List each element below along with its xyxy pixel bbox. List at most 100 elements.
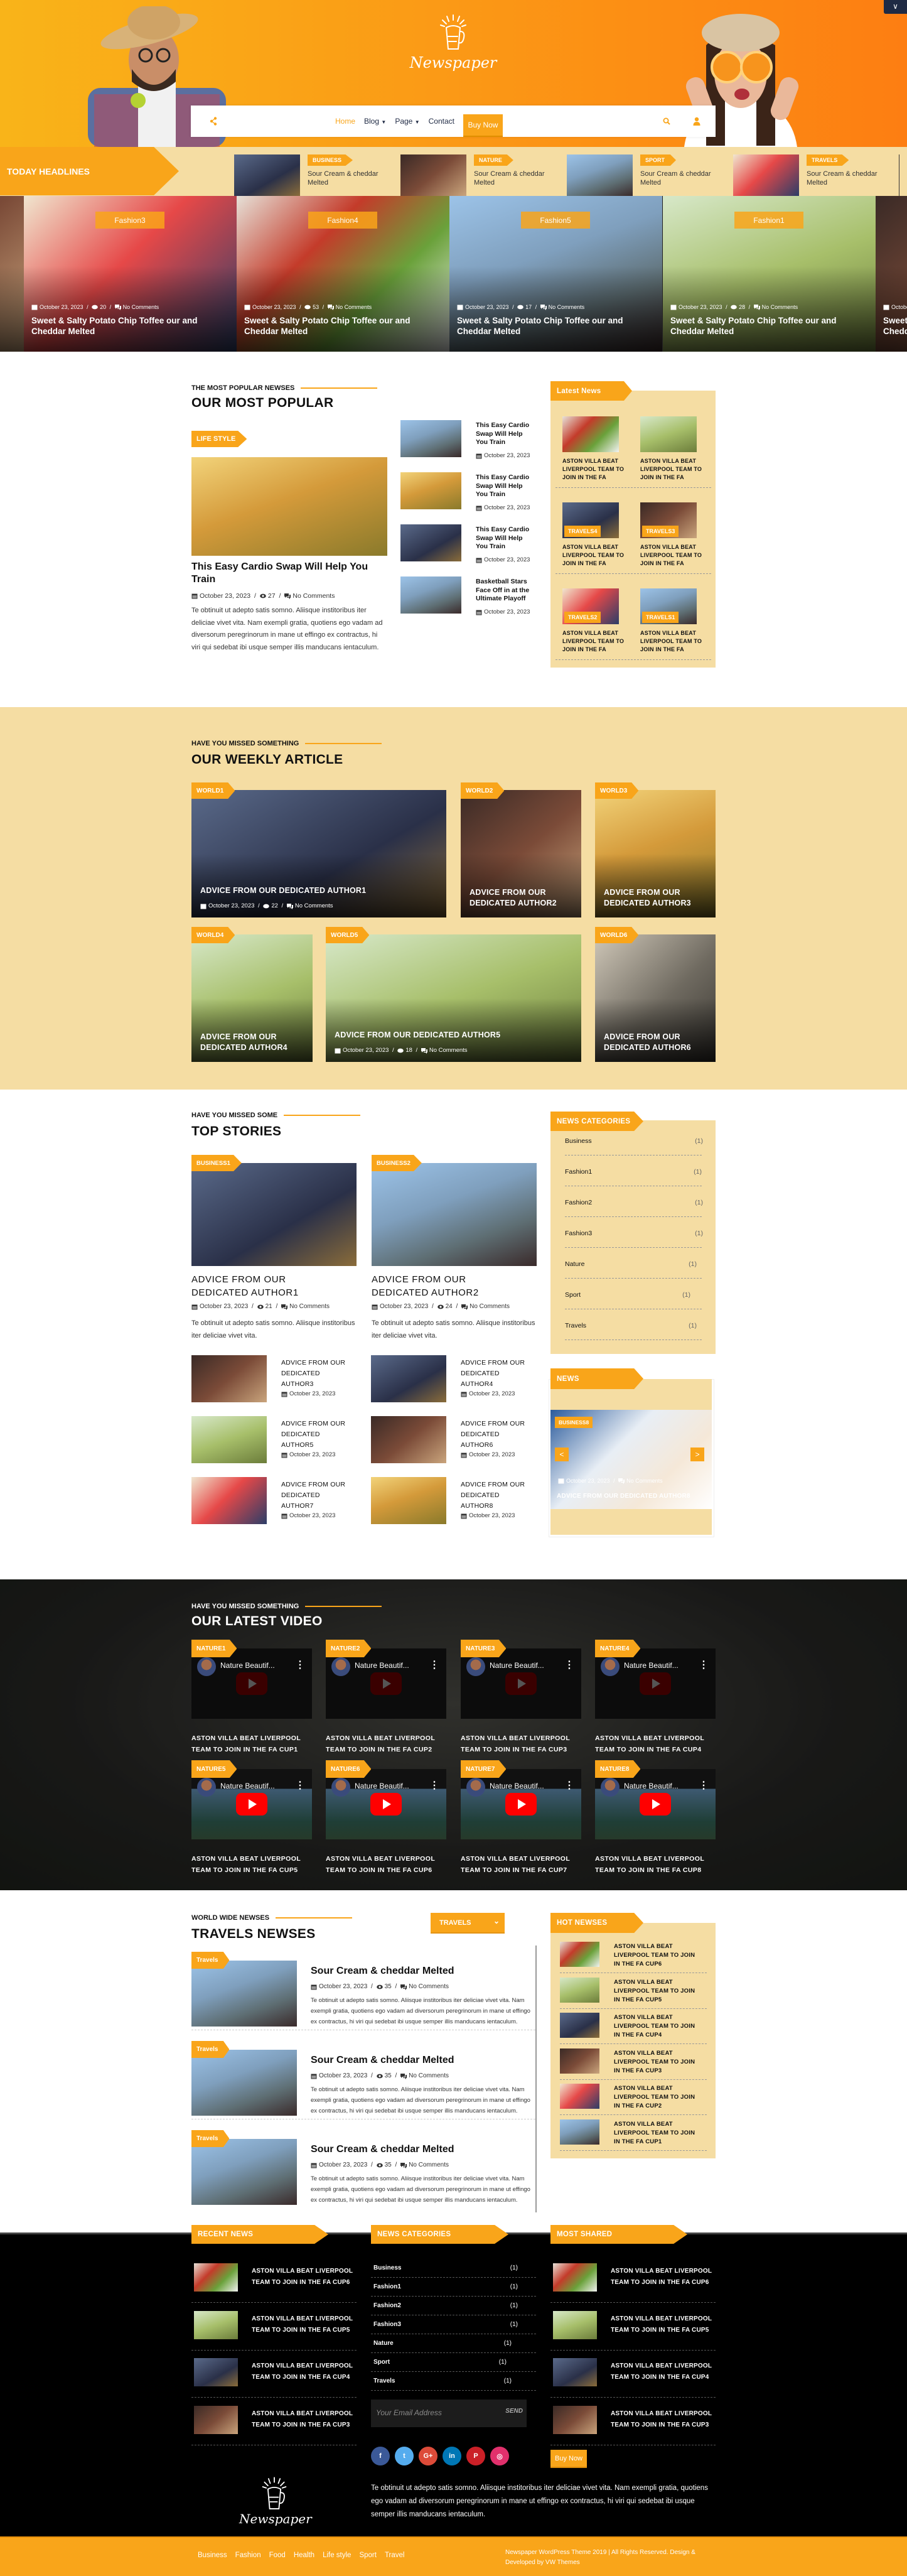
story-title[interactable]: ADVICE FROM OUR DEDICATED AUTHOR6 bbox=[461, 1419, 527, 1451]
footer-category-link[interactable]: Sport (1) bbox=[373, 2359, 507, 2366]
category-tag[interactable]: Travels bbox=[807, 154, 849, 166]
comment-count[interactable]: No Comments bbox=[409, 2072, 449, 2079]
hot-news-thumbnail[interactable] bbox=[560, 2119, 599, 2145]
comment-count[interactable]: No Comments bbox=[123, 304, 159, 310]
category-tag[interactable]: WORLD6 bbox=[595, 927, 639, 943]
category-link[interactable]: Fashion3 (1) bbox=[565, 1230, 703, 1237]
latest-news-title[interactable]: ASTON VILLA BEAT LIVERPOOL TEAM TO JOIN … bbox=[640, 457, 703, 482]
more-options-icon[interactable]: ⋮ bbox=[564, 1659, 574, 1671]
story-image[interactable] bbox=[191, 1163, 357, 1266]
headline-title[interactable]: Sour Cream & cheddar Melted bbox=[474, 170, 555, 187]
category-tag[interactable]: NATURE7 bbox=[461, 1760, 507, 1778]
story-title[interactable]: ADVICE FROM OUR DEDICATED AUTHOR2 bbox=[372, 1273, 497, 1299]
category-link[interactable]: Sport (1) bbox=[565, 1291, 703, 1299]
category-tag[interactable]: WORLD4 bbox=[191, 927, 235, 943]
footer-link[interactable]: Business bbox=[198, 2552, 227, 2559]
footer-link[interactable]: Health bbox=[294, 2552, 314, 2559]
category-tag[interactable]: Travels bbox=[191, 2041, 230, 2058]
category-link[interactable]: Fashion2 (1) bbox=[565, 1199, 703, 1206]
video-player[interactable]: Nature Beautif... ⋮ bbox=[326, 1648, 446, 1719]
slide[interactable]: Fashion1 October 23, 2023 / 28 / No Comme… bbox=[663, 196, 876, 352]
slide-category-tag[interactable]: Fashion4 bbox=[308, 212, 377, 229]
category-link[interactable]: Fashion1 (1) bbox=[565, 1168, 703, 1176]
category-tag[interactable]: NATURE4 bbox=[595, 1640, 641, 1657]
youtube-play-icon[interactable] bbox=[505, 1672, 537, 1698]
featured-post-image[interactable] bbox=[191, 457, 387, 556]
video-caption[interactable]: ASTON VILLA BEAT LIVERPOOL TEAM TO JOIN … bbox=[326, 1853, 445, 1876]
story-title[interactable]: ADVICE FROM OUR DEDICATED AUTHOR7 bbox=[281, 1480, 347, 1512]
hot-news-title[interactable]: ASTON VILLA BEAT LIVERPOOL TEAM TO JOIN … bbox=[614, 1942, 702, 1969]
category-tag[interactable]: WORLD1 bbox=[191, 782, 235, 799]
nav-blog[interactable]: Blog ▼ bbox=[364, 117, 386, 126]
slide-title[interactable]: Sweet & Salty Potato Chip Toffee our and… bbox=[670, 315, 871, 337]
latest-news-title[interactable]: ASTON VILLA BEAT LIVERPOOL TEAM TO JOIN … bbox=[640, 629, 703, 654]
category-tag[interactable]: LIFE STYLE bbox=[191, 431, 247, 447]
slide[interactable]: Fashion3 October 23, 2023 / 20 / No Comme… bbox=[24, 196, 237, 352]
travel-post-title[interactable]: Sour Cream & cheddar Melted bbox=[311, 2144, 454, 2155]
post-title[interactable]: This Easy Cardio Swap Will Help You Trai… bbox=[476, 421, 532, 447]
more-options-icon[interactable]: ⋮ bbox=[295, 1659, 305, 1671]
post-thumbnail[interactable] bbox=[400, 524, 461, 561]
footer-post-title[interactable]: ASTON VILLA BEAT LIVERPOOL TEAM TO JOIN … bbox=[252, 2266, 362, 2288]
category-tag[interactable]: NATURE1 bbox=[191, 1640, 237, 1657]
story-title[interactable]: ADVICE FROM OUR DEDICATED AUTHOR5 bbox=[281, 1419, 347, 1451]
footer-category-link[interactable]: Fashion1 (1) bbox=[373, 2283, 518, 2290]
more-options-icon[interactable]: ⋮ bbox=[699, 1779, 709, 1792]
headline-item[interactable]: Travels Sour Cream & cheddar Melted bbox=[733, 154, 896, 196]
post-title[interactable]: This Easy Cardio Swap Will Help You Trai… bbox=[476, 474, 532, 499]
category-dropdown[interactable]: TRAVELS ⌄ bbox=[431, 1913, 505, 1934]
footer-post-thumbnail[interactable] bbox=[553, 2405, 597, 2434]
footer-post-title[interactable]: ASTON VILLA BEAT LIVERPOOL TEAM TO JOIN … bbox=[252, 2314, 362, 2336]
headline-title[interactable]: Sour Cream & cheddar Melted bbox=[308, 170, 389, 187]
category-tag[interactable]: Sport bbox=[640, 154, 677, 166]
story-title[interactable]: ADVICE FROM OUR DEDICATED AUTHOR8 bbox=[461, 1480, 527, 1512]
article-card[interactable]: ADVICE FROM OUR DEDICATED AUTHOR6 bbox=[595, 934, 716, 1062]
latest-news-tag[interactable]: TRAVELS1 bbox=[642, 612, 679, 623]
video-caption[interactable]: ASTON VILLA BEAT LIVERPOOL TEAM TO JOIN … bbox=[461, 1853, 580, 1876]
facebook-icon[interactable]: f bbox=[371, 2447, 390, 2465]
article-card[interactable]: ADVICE FROM OUR DEDICATED AUTHOR5 October… bbox=[326, 934, 581, 1062]
hot-news-thumbnail[interactable] bbox=[560, 1977, 599, 2003]
slide-title[interactable]: Sweet & Salty Potato Chip Toffee our and… bbox=[0, 315, 19, 337]
footer-category-link[interactable]: Fashion2 (1) bbox=[373, 2302, 518, 2309]
footer-link[interactable]: Food bbox=[269, 2552, 286, 2559]
user-icon[interactable] bbox=[693, 117, 700, 126]
video-caption[interactable]: ASTON VILLA BEAT LIVERPOOL TEAM TO JOIN … bbox=[191, 1733, 311, 1755]
slide[interactable]: October 23, 2023Sweet & Salty Potato Chi… bbox=[0, 196, 24, 352]
nav-contact[interactable]: Contact bbox=[429, 117, 454, 126]
story-thumbnail[interactable] bbox=[191, 1477, 267, 1524]
footer-link[interactable]: Sport bbox=[359, 2552, 377, 2559]
send-button[interactable]: SEND bbox=[505, 2408, 523, 2415]
slide-title[interactable]: Sweet & Salty Potato Chip Toffee our and… bbox=[244, 315, 445, 337]
post-title[interactable]: This Easy Cardio Swap Will Help You Trai… bbox=[476, 526, 532, 551]
video-player[interactable]: Nature Beautif... ⋮ bbox=[595, 1648, 716, 1719]
buy-now-button[interactable]: Buy Now bbox=[463, 114, 503, 137]
footer-post-thumbnail[interactable] bbox=[553, 2263, 597, 2292]
slide-category-tag[interactable]: Fashion1 bbox=[734, 212, 803, 229]
footer-link[interactable]: Life style bbox=[323, 2552, 351, 2559]
linkedin-icon[interactable]: in bbox=[443, 2447, 461, 2465]
hot-news-thumbnail[interactable] bbox=[560, 2084, 599, 2109]
category-tag[interactable]: WORLD2 bbox=[461, 782, 505, 799]
comment-count[interactable]: No Comments bbox=[470, 1303, 510, 1310]
latest-news-title[interactable]: ASTON VILLA BEAT LIVERPOOL TEAM TO JOIN … bbox=[562, 457, 625, 482]
video-player[interactable]: Nature Beautif... ⋮ bbox=[595, 1769, 716, 1839]
category-tag[interactable]: Business bbox=[308, 154, 353, 166]
headline-thumbnail[interactable] bbox=[400, 154, 466, 196]
nav-home[interactable]: Home bbox=[335, 117, 355, 126]
more-options-icon[interactable]: ⋮ bbox=[564, 1779, 574, 1792]
youtube-play-icon[interactable] bbox=[236, 1672, 267, 1698]
article-card[interactable]: ADVICE FROM OUR DEDICATED AUTHOR3 bbox=[595, 790, 716, 917]
hot-news-title[interactable]: ASTON VILLA BEAT LIVERPOOL TEAM TO JOIN … bbox=[614, 1978, 702, 2005]
comment-count[interactable]: No Comments bbox=[292, 592, 335, 600]
footer-post-thumbnail[interactable] bbox=[194, 2310, 238, 2339]
comment-count[interactable]: No Comments bbox=[409, 2162, 449, 2168]
travel-post-title[interactable]: Sour Cream & cheddar Melted bbox=[311, 1966, 454, 1977]
search-icon[interactable] bbox=[663, 117, 670, 125]
hot-news-title[interactable]: ASTON VILLA BEAT LIVERPOOL TEAM TO JOIN … bbox=[614, 2120, 702, 2146]
category-tag[interactable]: Travels bbox=[191, 2130, 230, 2147]
news-slide[interactable]: BUSINESS8 October 23, 2023 / No Comments A… bbox=[550, 1410, 712, 1509]
story-title[interactable]: ADVICE FROM OUR DEDICATED AUTHOR3 bbox=[281, 1358, 347, 1390]
video-caption[interactable]: ASTON VILLA BEAT LIVERPOOL TEAM TO JOIN … bbox=[595, 1853, 714, 1876]
slide-title[interactable]: Sweet & Salty Potato Chip Toffee our and… bbox=[457, 315, 658, 337]
